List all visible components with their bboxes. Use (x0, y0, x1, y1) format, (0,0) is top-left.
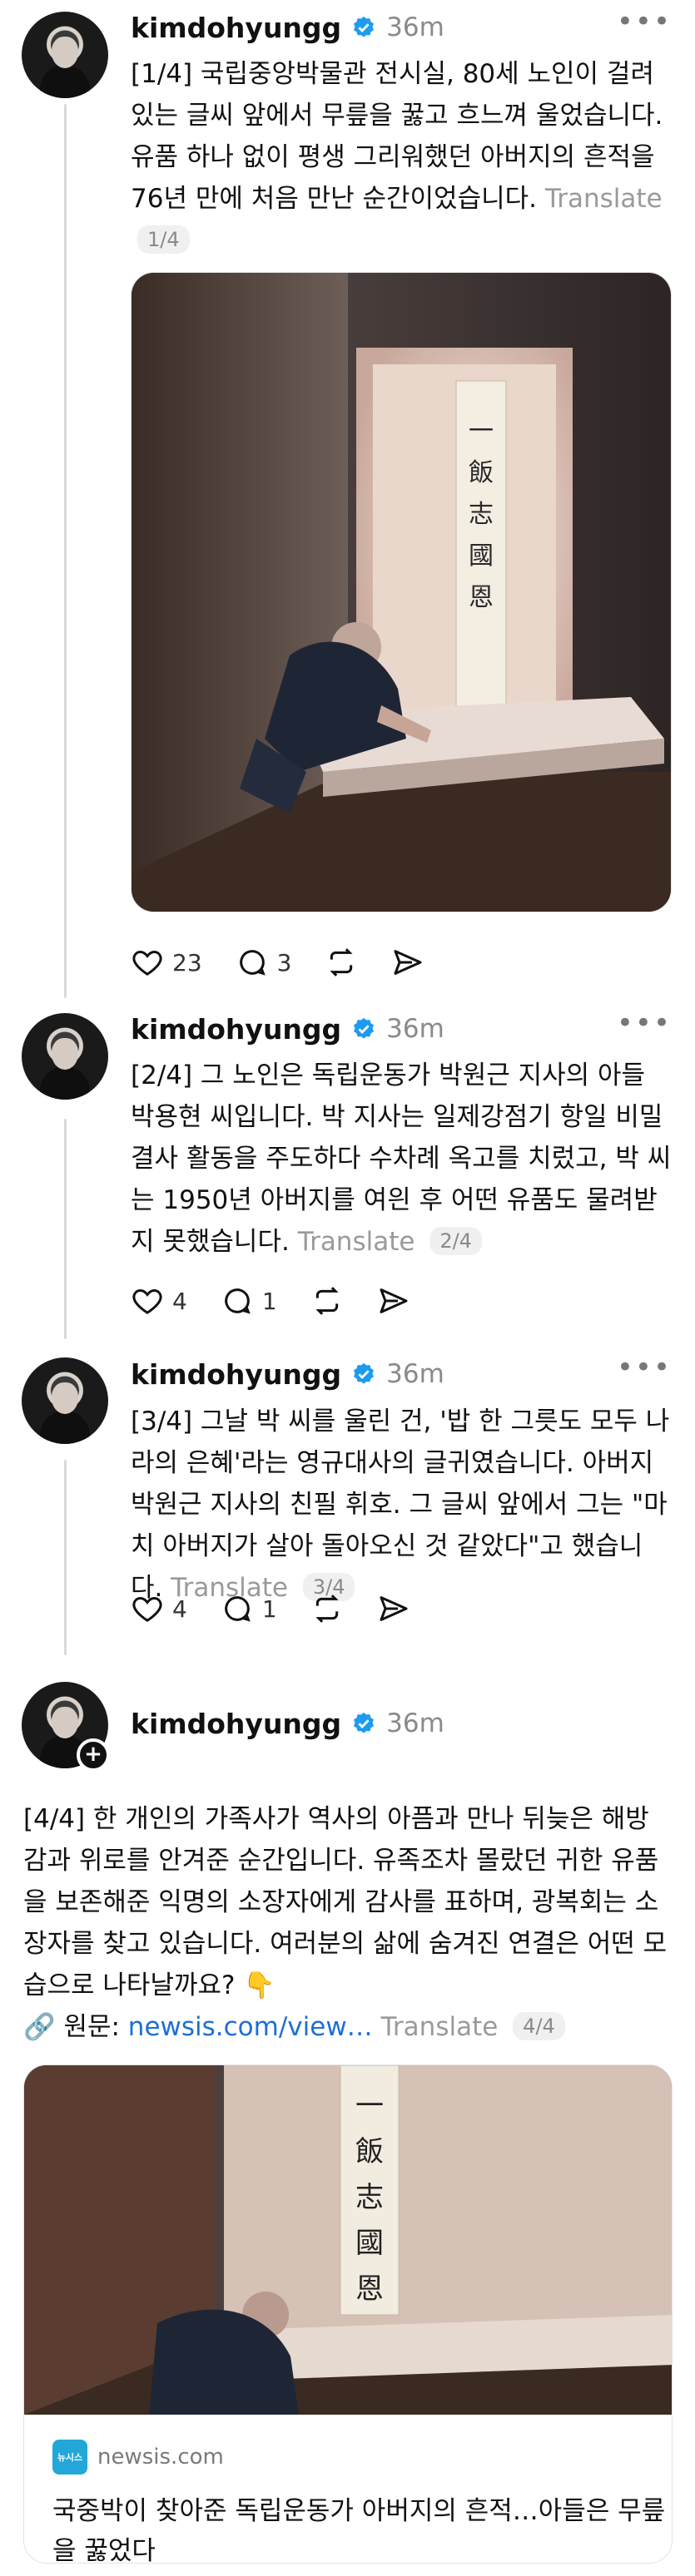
thread-post-1: kimdohyungg 36m ••• [1/4] 국립중앙박물관 전시실, 8… (0, 0, 695, 998)
reply-icon (225, 1596, 251, 1622)
timestamp: 36m (386, 1359, 444, 1389)
like-count: 4 (172, 1595, 187, 1623)
heart-icon (132, 950, 162, 976)
verified-badge-icon (354, 1712, 375, 1733)
timestamp: 36m (386, 12, 444, 42)
svg-text:恩: 恩 (355, 2272, 384, 2306)
post-text: [1/4] 국립중앙박물관 전시실, 80세 노인이 걸려있는 글씨 앞에서 무… (131, 53, 663, 261)
username[interactable]: kimdohyungg (131, 1013, 341, 1046)
card-caption: 뉴시스 newsis.com 국중박이 찾아준 독립운동가 아버지의 흔적…아들… (24, 2415, 672, 2564)
post-text: [2/4] 그 노인은 독립운동가 박원근 지사의 아들 박용현 씨입니다. 박… (131, 1061, 672, 1257)
share-icon (380, 1596, 408, 1621)
timestamp: 36m (386, 1708, 444, 1738)
thread-post-2: kimdohyungg 36m ••• [2/4] 그 노인은 독립운동가 박원… (0, 998, 695, 1339)
avatar[interactable] (22, 1357, 108, 1444)
share-button[interactable] (377, 1284, 410, 1318)
share-button[interactable] (377, 1592, 410, 1625)
svg-text:恩: 恩 (469, 583, 494, 612)
translate-link[interactable]: Translate (545, 184, 663, 214)
reply-count: 1 (261, 1595, 277, 1623)
post-image[interactable]: 一 飯 志 國 恩 (131, 272, 672, 912)
svg-text:志: 志 (355, 2181, 384, 2214)
article-thumbnail: 一 飯 志 國 恩 (24, 2065, 672, 2415)
svg-text:一: 一 (355, 2089, 384, 2123)
share-icon (394, 950, 422, 975)
username[interactable]: kimdohyungg (131, 1708, 341, 1740)
thread-post-3: kimdohyungg 36m ••• [3/4] 그날 박 씨를 울린 건, … (0, 1339, 695, 1655)
thread-post-4: + kimdohyungg 36m [4/4] 한 개인의 가족사가 역사의 아… (0, 1655, 695, 2576)
verified-badge-icon (354, 16, 375, 37)
avatar[interactable] (22, 1013, 108, 1100)
museum-photo: 一 飯 志 國 恩 (132, 273, 671, 912)
follow-plus-icon[interactable]: + (77, 1738, 110, 1772)
repost-icon (315, 1595, 339, 1623)
like-count: 23 (172, 948, 202, 977)
username[interactable]: kimdohyungg (131, 1358, 341, 1391)
like-button[interactable]: 4 (131, 1284, 187, 1318)
reply-button[interactable]: 1 (221, 1592, 277, 1625)
post-actions: 4 1 (131, 1590, 444, 1627)
verified-badge-icon (354, 1362, 375, 1384)
more-horizontal-icon[interactable]: ••• (617, 1006, 672, 1040)
post-text: [3/4] 그날 박 씨를 울린 건, '밥 한 그릇도 모두 나라의 은혜'라… (131, 1407, 670, 1603)
username[interactable]: kimdohyungg (131, 12, 341, 44)
reply-icon (225, 1288, 251, 1314)
repost-icon (330, 948, 354, 977)
reply-button[interactable]: 1 (221, 1284, 277, 1318)
avatar[interactable] (22, 12, 108, 98)
reply-count: 1 (261, 1287, 277, 1315)
like-button[interactable]: 4 (131, 1592, 187, 1625)
verified-badge-icon (354, 1017, 375, 1039)
card-domain: newsis.com (97, 2445, 224, 2470)
svg-text:志: 志 (469, 500, 494, 529)
like-button[interactable]: 23 (131, 946, 202, 979)
svg-text:國: 國 (355, 2227, 384, 2260)
translate-link[interactable]: Translate (381, 2012, 499, 2042)
share-button[interactable] (391, 946, 424, 979)
reply-icon (239, 950, 266, 976)
repost-button[interactable] (310, 1592, 344, 1625)
svg-text:一: 一 (469, 417, 494, 446)
thread-pager: 4/4 (513, 2012, 565, 2040)
heart-icon (132, 1288, 162, 1314)
timestamp: 36m (386, 1014, 444, 1044)
repost-button[interactable] (325, 946, 358, 979)
source-link[interactable]: newsis.com/view… (128, 2012, 373, 2042)
svg-text:國: 國 (469, 541, 494, 571)
repost-button[interactable] (310, 1284, 344, 1318)
like-count: 4 (172, 1287, 187, 1315)
post-actions: 23 3 (131, 944, 458, 981)
reply-button[interactable]: 3 (236, 946, 292, 979)
svg-text:飯: 飯 (355, 2135, 384, 2168)
svg-text:飯: 飯 (469, 458, 494, 487)
post-text: [4/4] 한 개인의 가족사가 역사의 아픔과 만나 뒤늦은 해방감과 위로를… (23, 1804, 668, 2042)
more-horizontal-icon[interactable]: ••• (617, 1351, 672, 1384)
thread-pager: 2/4 (429, 1227, 482, 1255)
heart-icon (132, 1596, 162, 1622)
link-preview-card[interactable]: 一 飯 志 國 恩 뉴시스 newsis.com 국중박이 찾아준 독립운동가 … (23, 2064, 673, 2564)
source-prefix: 🔗 원문: (23, 2012, 128, 2042)
translate-link[interactable]: Translate (298, 1227, 415, 1257)
reply-count: 3 (276, 948, 292, 977)
repost-icon (315, 1287, 339, 1315)
thread-pager: 1/4 (137, 225, 190, 254)
card-title: 국중박이 찾아준 독립운동가 아버지의 흔적…아들은 무릎을 꿇었다 (52, 2496, 666, 2564)
share-icon (380, 1288, 408, 1313)
newsis-logo: 뉴시스 (52, 2440, 87, 2475)
more-horizontal-icon[interactable]: ••• (617, 5, 672, 38)
post-actions: 4 1 (131, 1283, 444, 1319)
